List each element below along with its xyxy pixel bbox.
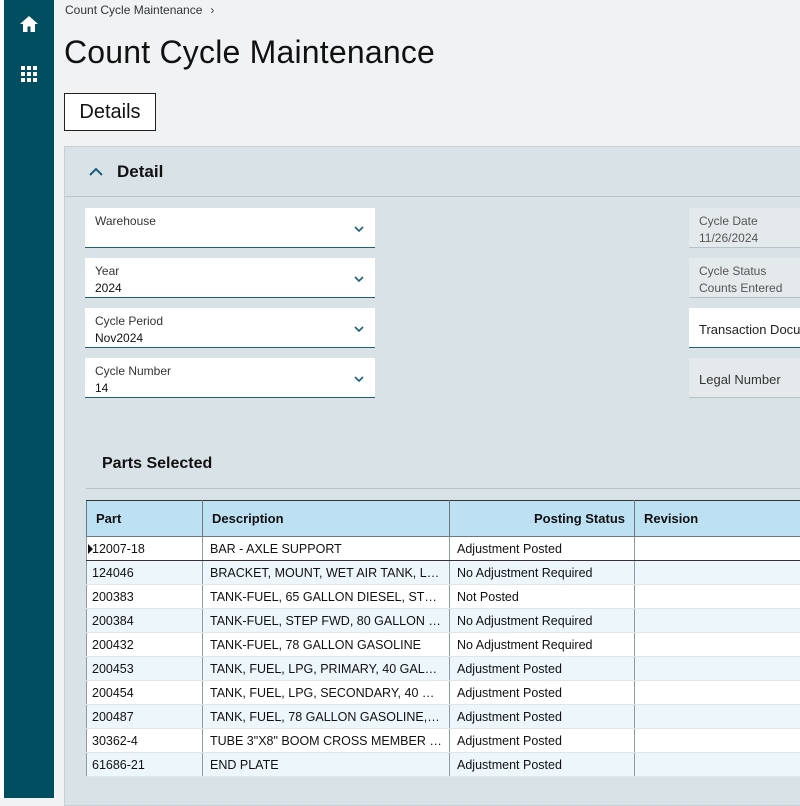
cycle-date-label: Cycle Date: [699, 214, 758, 228]
cell-part[interactable]: 200454: [87, 681, 203, 705]
table-row[interactable]: 200453 TANK, FUEL, LPG, PRIMARY, 40 GALL…: [87, 657, 800, 681]
warehouse-field[interactable]: Warehouse: [85, 208, 375, 248]
cell-revision[interactable]: [635, 705, 800, 729]
row-selector-icon: [88, 544, 93, 554]
cell-posting-status[interactable]: Adjustment Posted: [450, 729, 635, 753]
section-divider: [86, 488, 800, 489]
cycle-period-field[interactable]: Cycle Period Nov2024: [85, 308, 375, 348]
warehouse-label: Warehouse: [95, 214, 156, 228]
cell-posting-status[interactable]: No Adjustment Required: [450, 561, 635, 585]
cell-part[interactable]: 200487: [87, 705, 203, 729]
cell-description[interactable]: TANK-FUEL, STEP FWD, 80 GALLON DI...: [203, 609, 450, 633]
table-row[interactable]: 12007-18 BAR - AXLE SUPPORT Adjustment P…: [87, 537, 800, 561]
cell-description[interactable]: TANK, FUEL, LPG, SECONDARY, 40 GAL...: [203, 681, 450, 705]
cell-part[interactable]: 200383: [87, 585, 203, 609]
chevron-down-icon: [353, 273, 365, 285]
cell-part[interactable]: 30362-4: [87, 729, 203, 753]
cycle-status-field: Cycle Status Counts Entered: [689, 258, 800, 298]
cell-description[interactable]: TANK, FUEL, 78 GALLON GASOLINE, A...: [203, 705, 450, 729]
cell-description[interactable]: TANK-FUEL, 65 GALLON DIESEL, STEP ...: [203, 585, 450, 609]
cycle-number-label: Cycle Number: [95, 364, 171, 378]
transaction-document-label: Transaction Docu: [699, 322, 800, 337]
cell-posting-status[interactable]: No Adjustment Required: [450, 609, 635, 633]
breadcrumb-item[interactable]: Count Cycle Maintenance: [65, 3, 202, 17]
cycle-date-field: Cycle Date 11/26/2024: [689, 208, 800, 248]
cell-revision[interactable]: [635, 585, 800, 609]
chevron-down-icon: [353, 373, 365, 385]
cell-description[interactable]: END PLATE: [203, 753, 450, 777]
cell-description[interactable]: TANK, FUEL, LPG, PRIMARY, 40 GALLO...: [203, 657, 450, 681]
cycle-period-value: Nov2024: [95, 331, 143, 345]
chevron-down-icon: [353, 323, 365, 335]
column-header-posting-status[interactable]: Posting Status: [450, 501, 635, 537]
cell-description[interactable]: BAR - AXLE SUPPORT: [203, 537, 450, 561]
table-row[interactable]: 200384 TANK-FUEL, STEP FWD, 80 GALLON DI…: [87, 609, 800, 633]
cycle-period-label: Cycle Period: [95, 314, 163, 328]
cell-posting-status[interactable]: Adjustment Posted: [450, 657, 635, 681]
cell-revision[interactable]: [635, 729, 800, 753]
chevron-up-icon: [87, 163, 105, 181]
parts-selected-title: Parts Selected: [102, 455, 212, 473]
breadcrumb: Count Cycle Maintenance ›: [65, 3, 214, 17]
cell-part[interactable]: 200432: [87, 633, 203, 657]
cell-revision[interactable]: [635, 681, 800, 705]
column-header-part[interactable]: Part: [87, 501, 203, 537]
page-title: Count Cycle Maintenance: [64, 34, 435, 71]
cell-posting-status[interactable]: Not Posted: [450, 585, 635, 609]
cell-revision[interactable]: [635, 561, 800, 585]
cell-description[interactable]: TUBE 3"X8" BOOM CROSS MEMBER P...: [203, 729, 450, 753]
cell-posting-status[interactable]: Adjustment Posted: [450, 705, 635, 729]
cell-revision[interactable]: [635, 657, 800, 681]
table-row[interactable]: 200432 TANK-FUEL, 78 GALLON GASOLINE No …: [87, 633, 800, 657]
tab-details[interactable]: Details: [64, 93, 156, 131]
table-row[interactable]: 30362-4 TUBE 3"X8" BOOM CROSS MEMBER P..…: [87, 729, 800, 753]
chevron-right-icon: ›: [210, 3, 214, 17]
year-value: 2024: [95, 281, 122, 295]
sidebar: [4, 0, 54, 798]
legal-number-label: Legal Number: [699, 372, 781, 387]
cell-part[interactable]: 200384: [87, 609, 203, 633]
year-field[interactable]: Year 2024: [85, 258, 375, 298]
cell-part[interactable]: 12007-18: [87, 537, 203, 561]
column-header-description[interactable]: Description: [203, 501, 450, 537]
detail-panel-title: Detail: [117, 162, 163, 182]
cell-posting-status[interactable]: Adjustment Posted: [450, 681, 635, 705]
legal-number-field: Legal Number: [689, 358, 800, 398]
table-row[interactable]: 124046 BRACKET, MOUNT, WET AIR TANK, LH.…: [87, 561, 800, 585]
column-header-revision[interactable]: Revision: [635, 501, 800, 537]
cell-revision[interactable]: [635, 633, 800, 657]
cycle-date-value: 11/26/2024: [699, 231, 758, 245]
home-button[interactable]: [4, 4, 54, 44]
cycle-number-field[interactable]: Cycle Number 14: [85, 358, 375, 398]
cell-posting-status[interactable]: Adjustment Posted: [450, 753, 635, 777]
table-row[interactable]: 200487 TANK, FUEL, 78 GALLON GASOLINE, A…: [87, 705, 800, 729]
cycle-number-value: 14: [95, 381, 108, 395]
cell-revision[interactable]: [635, 537, 800, 561]
apps-button[interactable]: [4, 54, 54, 94]
cell-part[interactable]: 200453: [87, 657, 203, 681]
cell-part[interactable]: 61686-21: [87, 753, 203, 777]
cell-revision[interactable]: [635, 753, 800, 777]
cell-posting-status[interactable]: No Adjustment Required: [450, 633, 635, 657]
cell-revision[interactable]: [635, 609, 800, 633]
table-row[interactable]: 200454 TANK, FUEL, LPG, SECONDARY, 40 GA…: [87, 681, 800, 705]
year-label: Year: [95, 264, 119, 278]
table-row[interactable]: 61686-21 END PLATE Adjustment Posted: [87, 753, 800, 777]
cycle-status-label: Cycle Status: [699, 264, 766, 278]
cell-description[interactable]: BRACKET, MOUNT, WET AIR TANK, LH...: [203, 561, 450, 585]
parts-grid: Part Description Posting Status Revision…: [86, 500, 800, 777]
cell-posting-status[interactable]: Adjustment Posted: [450, 537, 635, 561]
chevron-down-icon: [353, 223, 365, 235]
cycle-status-value: Counts Entered: [699, 281, 782, 295]
cell-description[interactable]: TANK-FUEL, 78 GALLON GASOLINE: [203, 633, 450, 657]
detail-panel-header[interactable]: Detail: [65, 147, 800, 197]
home-icon: [19, 14, 39, 34]
table-row[interactable]: 200383 TANK-FUEL, 65 GALLON DIESEL, STEP…: [87, 585, 800, 609]
apps-grid-icon: [20, 65, 38, 83]
cell-part[interactable]: 124046: [87, 561, 203, 585]
transaction-document-field[interactable]: Transaction Docu: [689, 308, 800, 348]
grid-header-row: Part Description Posting Status Revision: [87, 501, 800, 537]
